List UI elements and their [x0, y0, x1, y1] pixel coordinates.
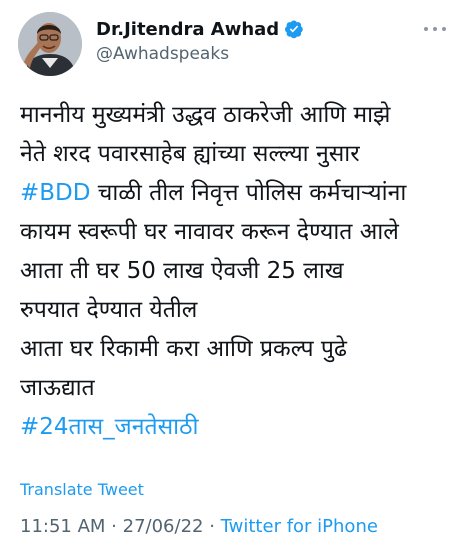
avatar-image: [18, 12, 82, 76]
author-name-row: Dr.Jitendra Awhad: [96, 16, 304, 42]
tweet-line-with-hashtag: #BDD चाळी तील निवृत्त पोलिस कर्मचाऱ्यांन…: [20, 174, 460, 213]
tweet-line: माननीय मुख्यमंत्री उद्धव ठाकरेजी आणि माझ…: [20, 102, 391, 128]
tweet-line: रुपयात देण्यात येतील: [20, 297, 198, 323]
tweet-line: आता घर रिकामी करा आणि प्रकल्प पुढे: [20, 336, 347, 362]
tweet-source-link[interactable]: Twitter for iPhone: [221, 516, 378, 537]
tweet-line: नेते शरद पवारसाहेब ह्यांच्या सल्ल्या नुस…: [20, 141, 360, 167]
tweet-header: Dr.Jitendra Awhad @Awhadspeaks: [0, 0, 469, 80]
tweet-text: माननीय मुख्यमंत्री उद्धव ठाकरेजी आणि माझ…: [20, 96, 460, 447]
tweet-line: कायम स्वरूपी घर नावावर करून देण्यात आले: [20, 219, 399, 245]
author-handle[interactable]: @Awhadspeaks: [96, 44, 229, 64]
tweet-time[interactable]: 11:51 AM: [20, 516, 105, 537]
translate-tweet-link[interactable]: Translate Tweet: [20, 480, 144, 499]
tweet-metadata: 11:51 AM · 27/06/22 · Twitter for iPhone: [20, 516, 378, 537]
hashtag-24taas-link[interactable]: #24तास_जनतेसाठी: [20, 408, 460, 447]
tweet-line: जाऊद्यात: [20, 375, 95, 401]
tweet-line-text: चाळी तील निवृत्त पोलिस कर्मचाऱ्यांना: [97, 180, 407, 206]
hashtag-bdd-link[interactable]: #BDD: [20, 180, 90, 206]
verified-badge-icon: [284, 19, 304, 39]
meta-separator: ·: [203, 516, 221, 537]
profile-avatar[interactable]: [18, 12, 82, 76]
tweet-date[interactable]: 27/06/22: [123, 516, 204, 537]
tweet-line: आता ती घर 50 लाख ऐवजी 25 लाख: [20, 258, 344, 284]
more-horizontal-icon[interactable]: [424, 22, 448, 36]
display-name[interactable]: Dr.Jitendra Awhad: [96, 19, 279, 40]
meta-separator: ·: [105, 516, 123, 537]
